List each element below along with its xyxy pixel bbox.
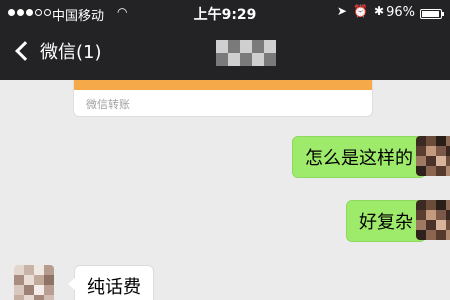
- battery-level-fill: [422, 11, 440, 17]
- avatar[interactable]: [416, 200, 450, 240]
- top-bar: 中国移动 ◠ 上午9:29 ➤⏰✱ 96% 微信(1): [0, 0, 450, 80]
- message-bubble-outgoing[interactable]: 怎么是这样的: [292, 136, 432, 178]
- message-bubble-outgoing[interactable]: 好复杂: [346, 200, 432, 242]
- message-bubble-incoming[interactable]: 纯话费: [68, 265, 154, 300]
- transfer-label: 微信转账: [86, 98, 130, 111]
- alarm-clock-icon: ⏰: [352, 4, 374, 18]
- status-bar: 中国移动 ◠ 上午9:29 ➤⏰✱ 96%: [0, 0, 450, 26]
- battery-icon: [420, 9, 444, 19]
- location-arrow-icon: ➤: [336, 4, 353, 18]
- avatar[interactable]: [416, 136, 450, 176]
- avatar[interactable]: [14, 265, 54, 300]
- chat-nav-bar: 微信(1): [0, 26, 450, 80]
- transfer-message-card[interactable]: 微信转账: [73, 80, 373, 117]
- transfer-card-banner: [74, 80, 372, 90]
- back-label: 微信(1): [40, 42, 102, 63]
- battery-percentage: 96%: [386, 5, 415, 20]
- chat-title-pixelated[interactable]: [216, 40, 276, 66]
- back-button[interactable]: 微信(1): [12, 38, 102, 64]
- chevron-left-icon: [15, 41, 35, 61]
